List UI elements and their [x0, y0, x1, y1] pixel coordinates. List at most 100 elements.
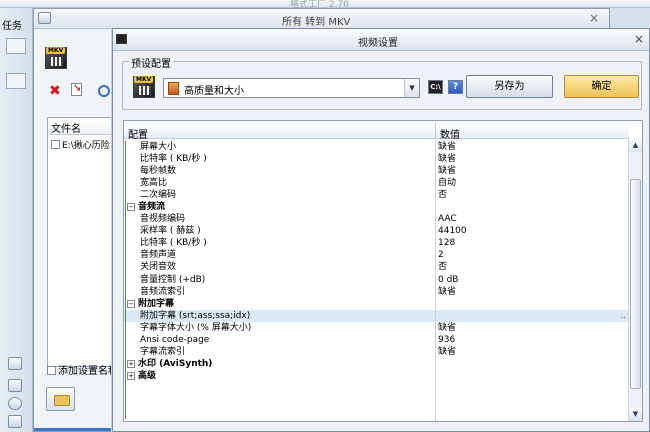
scroll-up-icon[interactable]: ▲ [629, 139, 642, 152]
property-value[interactable]: 2 [438, 249, 444, 261]
play-circle-icon[interactable] [98, 85, 110, 97]
grid-category[interactable]: − 附加字幕 [124, 298, 629, 310]
file-path: E:\揪心历险 [62, 141, 110, 151]
property-grid: 配置 数值 屏幕大小 缺省 比特率 ( KB/秒 ) 缺省 每秒帧数 缺省 宽高比 自动 二次编… [123, 120, 643, 422]
property-value[interactable]: 128 [438, 237, 455, 249]
grid-left-border [125, 141, 126, 419]
dialog-titlebar: 视频设置 × [113, 29, 649, 51]
grid-row[interactable]: 字幕字体大小 (% 屏幕大小) 缺省 [124, 322, 629, 334]
grid-row[interactable]: 关闭音效 否 [124, 261, 629, 273]
add-setting-checkbox[interactable] [47, 366, 56, 375]
grid-row[interactable]: 二次编码 否 [124, 189, 629, 201]
list-item[interactable]: E:\揪心历险 [48, 135, 112, 151]
property-name: 水印 (AviSynth) [138, 358, 213, 369]
dialog-window-icon [116, 34, 127, 44]
scroll-down-icon[interactable]: ▼ [629, 408, 642, 421]
property-name: 音视频编码 [140, 214, 186, 225]
grid-row[interactable]: 音量控制 (+dB) 0 dB [124, 274, 629, 286]
property-value[interactable]: 缺省 [438, 141, 456, 153]
main-window-titlebar: 格式工厂 2.70 [0, 0, 650, 10]
dialog-close-icon[interactable]: × [634, 32, 644, 46]
save-as-button[interactable]: 另存为 [466, 75, 553, 98]
property-name: 附加字幕 (srt;ass;ssa;idx) [140, 310, 251, 321]
mkv-format-icon [45, 47, 67, 69]
progress-strip [34, 428, 114, 431]
close-icon[interactable]: × [589, 11, 599, 25]
property-name: 屏幕大小 [140, 142, 177, 152]
property-name: 采样率 ( 赫兹 ) [140, 226, 201, 237]
browse-button[interactable]: .. [621, 310, 626, 322]
video-settings-dialog: 视频设置 × 预设配置 高质量和大小 ▼ C:\ ? 另存为 确定 配置 数值 … [112, 28, 650, 432]
grid-category[interactable]: − 音频流 [124, 201, 629, 213]
column-header-name[interactable]: 配置 [128, 126, 148, 141]
picture-icon[interactable] [8, 379, 22, 392]
list-view-icon[interactable] [6, 73, 26, 89]
tools-icon[interactable] [8, 415, 22, 428]
property-value[interactable]: 936 [438, 334, 455, 346]
grid-category[interactable]: + 水印 (AviSynth) [124, 358, 629, 370]
chevron-down-icon[interactable]: ▼ [404, 79, 419, 97]
preset-legend: 预设配置 [129, 55, 173, 70]
preset-select-value: 高质量和大小 [184, 86, 244, 97]
expand-icon[interactable]: + [127, 359, 135, 368]
grid-row[interactable]: 每秒帧数 缺省 [124, 165, 629, 177]
dialog-title: 视频设置 [358, 38, 398, 49]
grid-row[interactable]: 音频声道 2 [124, 249, 629, 261]
property-value[interactable]: 自动 [438, 177, 456, 189]
property-value[interactable]: 0 dB [438, 274, 458, 286]
add-setting-option[interactable]: 添加设置名称 [47, 362, 118, 377]
grid-row[interactable]: 比特率 ( KB/秒 ) 缺省 [124, 153, 629, 165]
grid-row[interactable]: 比特率 ( KB/秒 ) 128 [124, 237, 629, 249]
file-icon[interactable] [71, 83, 82, 96]
window-icon [38, 12, 51, 24]
help-icon[interactable]: ? [448, 80, 463, 94]
collapse-icon[interactable]: − [127, 203, 135, 212]
convert-window-titlebar: 所有 转到 MKV × [34, 9, 609, 29]
grid-rows: 屏幕大小 缺省 比特率 ( KB/秒 ) 缺省 每秒帧数 缺省 宽高比 自动 二次编码否 − 音频流… [124, 141, 629, 382]
property-value[interactable]: 缺省 [438, 322, 456, 334]
ok-button[interactable]: 确定 [564, 75, 639, 98]
grid-row[interactable]: 附加字幕 (srt;ass;ssa;idx).. [124, 309, 629, 322]
scrollbar-thumb[interactable] [630, 179, 641, 389]
grid-category[interactable]: + 高级 [124, 370, 629, 382]
property-name: 音频流索引 [140, 286, 186, 297]
audio-icon[interactable] [8, 357, 22, 370]
expand-icon[interactable]: + [127, 371, 135, 380]
property-name: 字幕流索引 [140, 346, 186, 357]
property-value[interactable]: 缺省 [438, 286, 456, 298]
add-setting-label: 添加设置名称 [58, 366, 118, 377]
property-value[interactable]: AAC [438, 213, 457, 225]
property-value[interactable]: 否 [438, 261, 447, 273]
property-value[interactable]: 缺省 [438, 165, 456, 177]
vertical-scrollbar[interactable]: ▲ ▼ [628, 139, 642, 421]
column-header-value[interactable]: 数值 [440, 126, 460, 141]
tasks-tab[interactable]: 任务 [2, 17, 22, 32]
column-divider[interactable] [435, 123, 436, 139]
file-list-header: 文件名 [48, 118, 112, 135]
command-line-icon[interactable]: C:\ [428, 80, 443, 94]
grid-row[interactable]: 采样率 ( 赫兹 ) 44100 [124, 225, 629, 237]
grid-row[interactable]: Ansi code-page 936 [124, 334, 629, 346]
file-list: 文件名 E:\揪心历险 [47, 117, 113, 367]
property-value[interactable]: 44100 [438, 225, 467, 237]
grid-row[interactable]: 字幕流索引 缺省 [124, 346, 629, 358]
disc-icon[interactable] [8, 397, 22, 410]
grid-row[interactable]: 宽高比 自动 [124, 177, 629, 189]
property-name: 关闭音效 [140, 262, 177, 273]
property-value[interactable]: 缺省 [438, 346, 456, 358]
folder-button[interactable] [46, 387, 75, 411]
property-name: 音频流 [138, 202, 166, 213]
collapse-icon[interactable]: − [127, 299, 135, 308]
property-value[interactable]: 否 [438, 189, 447, 201]
remove-icon[interactable]: ✖ [49, 83, 61, 99]
grid-row[interactable]: 屏幕大小 缺省 [124, 141, 629, 153]
convert-window-title: 所有 转到 MKV [282, 17, 351, 28]
preset-select[interactable]: 高质量和大小 ▼ [163, 78, 420, 98]
file-checkbox[interactable] [51, 140, 60, 149]
property-value[interactable]: 缺省 [438, 153, 456, 165]
preset-item-icon [168, 82, 179, 95]
grid-row[interactable]: 音频流索引 缺省 [124, 286, 629, 298]
property-name: 宽高比 [140, 178, 168, 189]
toolbar-page-icon[interactable] [6, 38, 26, 54]
grid-row[interactable]: 音视频编码 AAC [124, 213, 629, 225]
